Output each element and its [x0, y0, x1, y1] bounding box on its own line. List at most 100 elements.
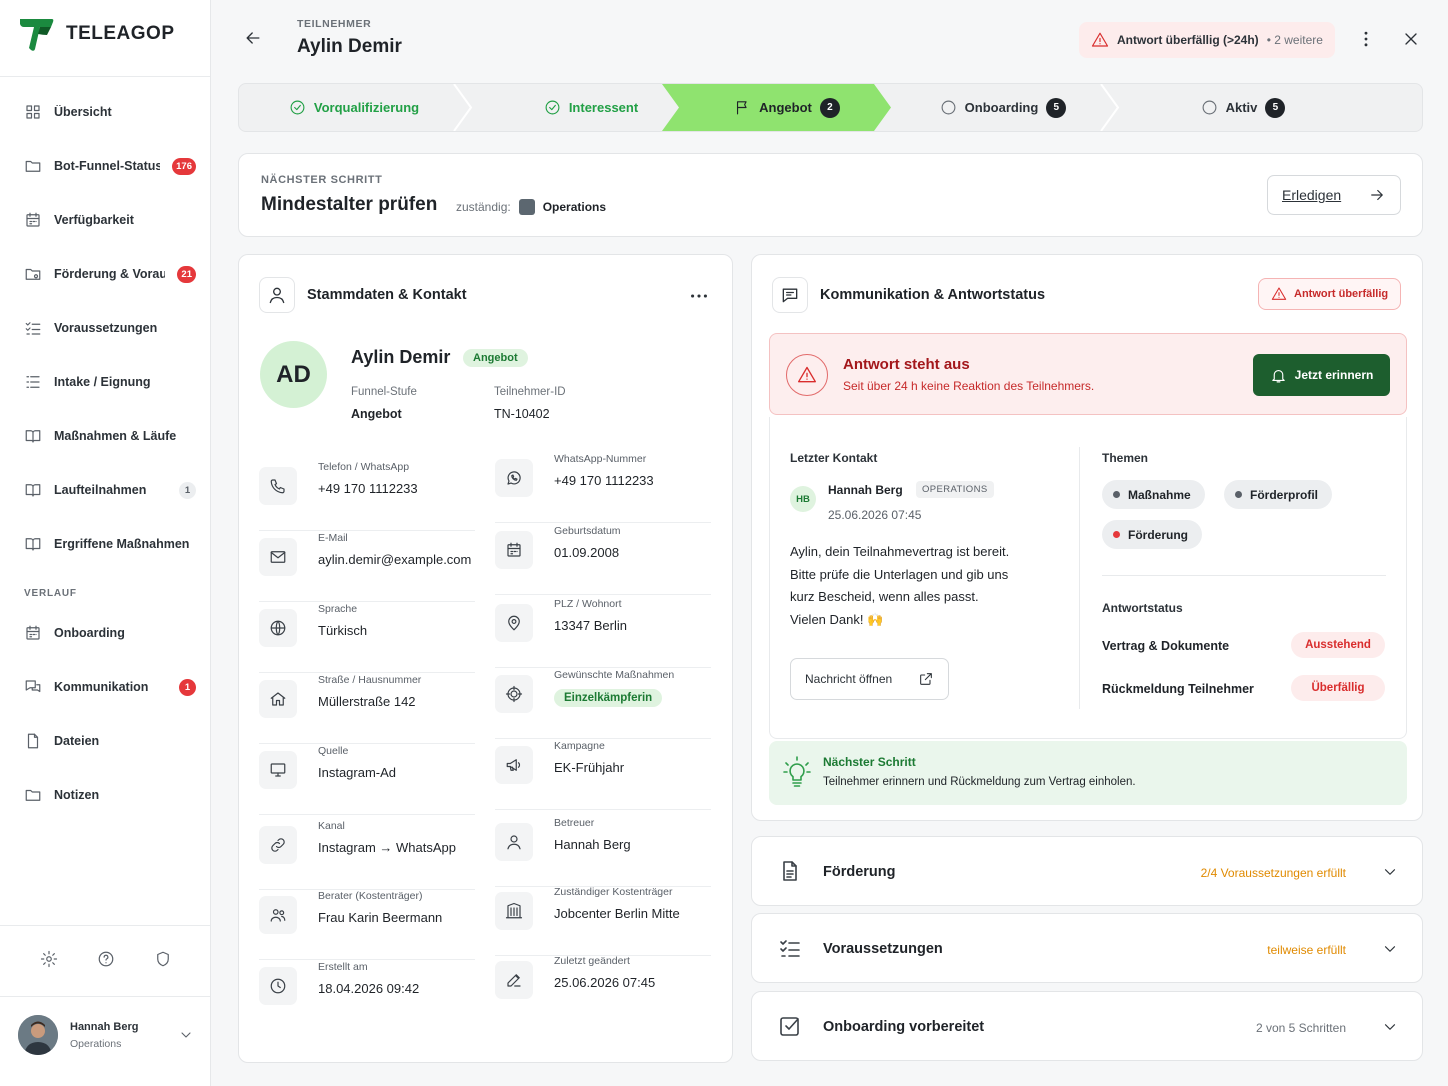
field-betreuer: Betreuer Hannah Berg	[495, 817, 711, 887]
chevron-down-icon[interactable]	[178, 1027, 194, 1043]
topic-dot	[1113, 491, 1120, 498]
topic-dot	[1235, 491, 1242, 498]
clock-icon	[259, 967, 297, 1005]
sidebar-item-label: Maßnahmen & Läufe	[54, 429, 177, 443]
step-label: Vorqualifizierung	[313, 100, 420, 115]
stepper-step-vorqualifizierung[interactable]: Vorqualifizierung	[244, 84, 464, 131]
section-label-verlauf: VERLAUF	[24, 588, 77, 599]
user-name: Hannah Berg	[70, 1020, 139, 1033]
open-message-button[interactable]: Nachricht öffnen	[790, 658, 949, 700]
sidebar-item-übersicht[interactable]: Übersicht	[24, 100, 196, 124]
sidebar-item-verfügbarkeit[interactable]: Verfügbarkeit	[24, 208, 196, 232]
sidebar-item-onboarding[interactable]: Onboarding	[24, 621, 196, 645]
stepper-step-angebot[interactable]: Angebot 2	[677, 84, 897, 131]
stepper-step-onboarding[interactable]: Onboarding 5	[893, 84, 1113, 131]
remind-now-button[interactable]: Jetzt erinnern	[1253, 354, 1390, 396]
field-label: Kanal	[318, 820, 345, 832]
monitor-icon	[259, 751, 297, 789]
next-step-responsible: zuständig: Operations	[456, 199, 606, 215]
field-label: Sprache	[318, 603, 358, 615]
field-value: 13347 Berlin	[554, 618, 627, 633]
logo-icon	[20, 19, 54, 51]
user-menu[interactable]: Hannah Berg Operations	[18, 1015, 194, 1055]
sidebar-item-laufteilnahmen[interactable]: Laufteilnahmen 1	[24, 478, 196, 502]
book-icon	[24, 427, 42, 445]
divider	[259, 530, 475, 531]
sidebar-item-intake-eignung[interactable]: Intake / Eignung	[24, 370, 196, 394]
help-icon[interactable]	[97, 950, 115, 968]
sidebar-item-maßnahmen-läufe[interactable]: Maßnahmen & Läufe	[24, 424, 196, 448]
topic-chip[interactable]: Maßnahme	[1102, 480, 1205, 509]
checklist-icon	[24, 319, 42, 337]
status-row-label: Vertrag & Dokumente	[1102, 639, 1230, 653]
hint-subtitle: Teilnehmer erinnern und Rückmeldung zum …	[823, 776, 1136, 788]
divider	[259, 959, 475, 960]
field-value: 18.04.2026 09:42	[318, 981, 420, 996]
status-pill: Überfällig	[1291, 675, 1385, 701]
field-telefon-whatsapp: Telefon / WhatsApp +49 170 1112233	[259, 461, 475, 531]
sidebar-item-dateien[interactable]: Dateien	[24, 729, 196, 753]
field-label: Straße / Hausnummer	[318, 674, 422, 686]
step-count: 5	[1046, 97, 1067, 118]
topic-chip[interactable]: Förderprofil	[1224, 480, 1332, 509]
field-value: Instagram → WhatsApp	[318, 840, 456, 855]
message-line: Aylin, dein Teilnahmevertrag ist bereit.	[790, 544, 1010, 559]
message-line: Vielen Dank! 🙌	[790, 611, 884, 627]
sidebar: TELEAGOP Übersicht Bot-Funnel-Status 176 Ve…	[0, 0, 211, 1086]
status-badge[interactable]: Antwort überfällig	[1258, 278, 1402, 310]
alert-title: Antwort steht aus	[843, 356, 970, 373]
divider	[259, 743, 475, 744]
grid-icon	[24, 103, 42, 121]
accordion-title: Voraussetzungen	[823, 941, 943, 957]
accordion-onboarding[interactable]: Onboarding vorbereitet 2 von 5 Schritten	[751, 991, 1423, 1061]
sidebar-item-notizen[interactable]: Notizen	[24, 783, 196, 807]
back-arrow-icon[interactable]	[243, 28, 263, 48]
field-value-tag: Einzelkämpferin	[554, 689, 663, 707]
field-label: Zuletzt geändert	[554, 955, 630, 967]
shield-icon[interactable]	[154, 950, 172, 968]
complete-button[interactable]: Erledigen	[1267, 175, 1401, 215]
field-label: WhatsApp-Nummer	[554, 453, 647, 465]
calendar-icon	[24, 624, 42, 642]
topic-chip[interactable]: Förderung	[1102, 520, 1202, 549]
accordion-status: 2/4 Voraussetzungen erfüllt	[1200, 866, 1346, 880]
folder-icon	[24, 786, 42, 804]
close-icon[interactable]	[1401, 29, 1421, 49]
sidebar-item-bot-funnel-status[interactable]: Bot-Funnel-Status 176	[24, 154, 196, 178]
flag-icon	[737, 101, 747, 115]
sidebar-item-voraussetzungen[interactable]: Voraussetzungen	[24, 316, 196, 340]
chevron-down-icon[interactable]	[1381, 940, 1399, 958]
accordion-voraussetzungen[interactable]: Voraussetzungen teilweise erfüllt	[751, 913, 1423, 983]
step-label: Angebot	[759, 100, 812, 115]
accordion-foerderung[interactable]: Förderung 2/4 Voraussetzungen erfüllt	[751, 836, 1423, 906]
more-horizontal-icon[interactable]	[688, 285, 710, 307]
accordion-status: 2 von 5 Schritten	[1255, 1021, 1346, 1035]
settings-icon[interactable]	[40, 950, 58, 968]
field-erstellt-am: Erstellt am 18.04.2026 09:42	[259, 961, 475, 1021]
sidebar-item-label: Verfügbarkeit	[54, 213, 134, 227]
folder-cash-icon	[24, 265, 42, 283]
status-row-label: Rückmeldung Teilnehmer	[1102, 682, 1254, 696]
stepper-step-interessent[interactable]: Interessent	[481, 84, 701, 131]
more-vertical-icon[interactable]	[1356, 29, 1376, 49]
book-icon	[24, 535, 42, 553]
chevron-down-icon[interactable]	[1381, 1018, 1399, 1036]
step-label: Interessent	[568, 100, 639, 115]
participant-id-value: TN-10402	[494, 407, 550, 421]
stepper-step-aktiv[interactable]: Aktiv 5	[1133, 84, 1353, 131]
chevron-down-icon[interactable]	[1381, 863, 1399, 881]
globe-icon	[259, 609, 297, 647]
divider	[259, 814, 475, 815]
sidebar-item-ergriffene-maßnahmen[interactable]: Ergriffene Maßnahmen	[24, 532, 196, 556]
field-value: 01.09.2008	[554, 545, 620, 560]
divider	[259, 672, 475, 673]
field-label: PLZ / Wohnort	[554, 598, 622, 610]
sidebar-item-label: Dateien	[54, 734, 100, 748]
sidebar-item-kommunikation[interactable]: Kommunikation 1	[24, 675, 196, 699]
overdue-alert-pill[interactable]: Antwort überfällig (>24h) • 2 weitere	[1079, 22, 1335, 58]
warning-icon	[786, 354, 828, 396]
field-label: Quelle	[318, 745, 349, 757]
sidebar-item-label: Förderung & Voraus.	[54, 267, 166, 281]
sidebar-item-förderung-voraus[interactable]: Förderung & Voraus. 21	[24, 262, 196, 286]
brand-logo[interactable]: TELEAGOP	[18, 14, 175, 54]
